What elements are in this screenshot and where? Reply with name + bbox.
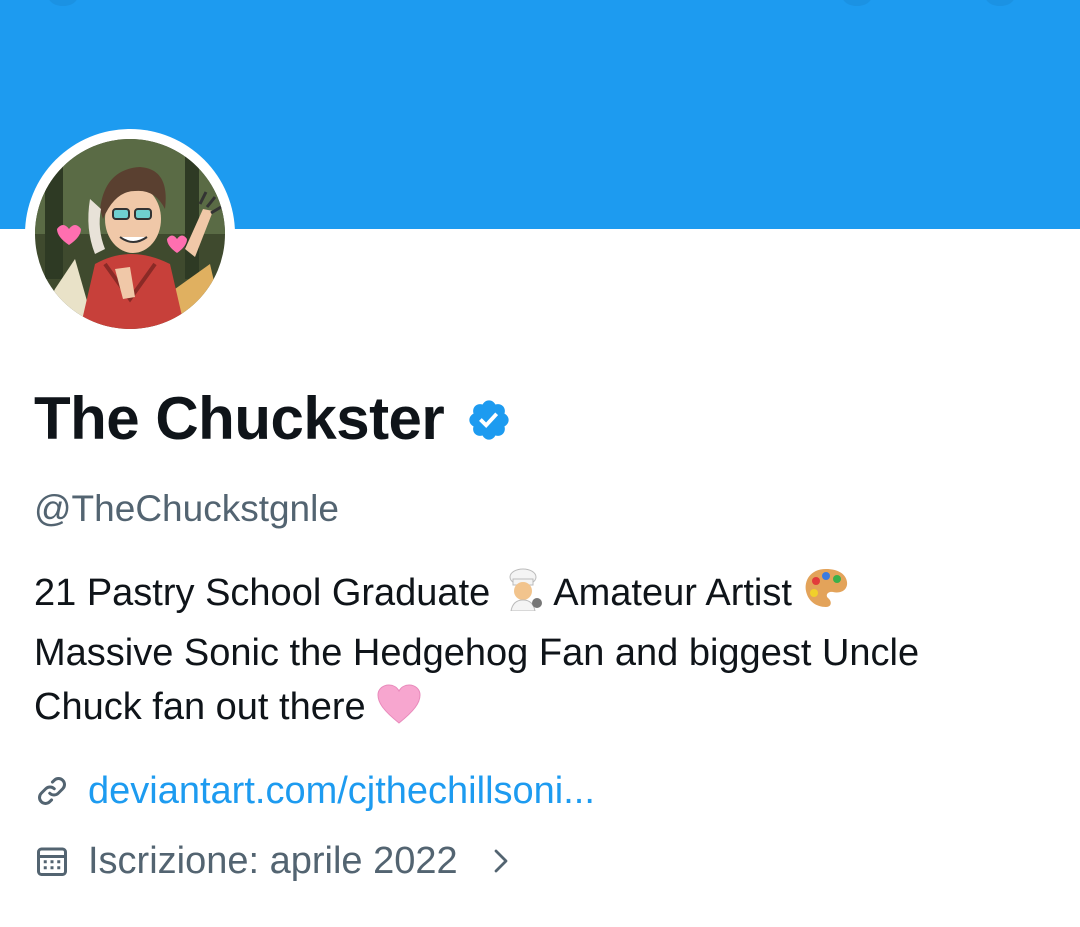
avatar[interactable] xyxy=(25,129,235,339)
website-link[interactable]: deviantart.com/cjthechillsoni... xyxy=(88,768,595,814)
joined-row[interactable]: Iscrizione: aprile 2022 xyxy=(34,838,516,884)
link-icon xyxy=(38,777,66,805)
cook-emoji xyxy=(501,567,545,626)
pink-heart-emoji xyxy=(376,683,422,740)
chevron-right-icon[interactable] xyxy=(486,846,516,876)
banner-search-button-edge xyxy=(842,0,872,6)
banner-more-button-edge xyxy=(985,0,1015,6)
artist-palette-emoji xyxy=(802,567,850,626)
bio-line3: Chuck fan out there xyxy=(34,686,377,728)
calendar-icon xyxy=(37,847,67,876)
handle: @TheChuckstgnle xyxy=(34,488,339,529)
bio-line1-b: Amateur Artist xyxy=(544,572,803,614)
bio: 21 Pastry School Graduate Amateur Artist… xyxy=(34,566,1034,740)
verified-badge-icon[interactable] xyxy=(466,397,512,443)
bio-line2: Massive Sonic the Hedgehog Fan and bigge… xyxy=(34,632,920,674)
banner-back-button-edge xyxy=(48,0,78,6)
bio-line1-a: 21 Pastry School Graduate xyxy=(34,572,501,614)
website-row[interactable]: deviantart.com/cjthechillsoni... xyxy=(34,768,595,814)
profile-page: The Chuckster @TheChuckstgnle 21 Pastry … xyxy=(0,0,1080,927)
joined-date: Iscrizione: aprile 2022 xyxy=(88,840,458,882)
avatar-image xyxy=(35,139,225,329)
display-name-row: The Chuckster xyxy=(34,384,512,454)
display-name: The Chuckster xyxy=(34,385,445,452)
